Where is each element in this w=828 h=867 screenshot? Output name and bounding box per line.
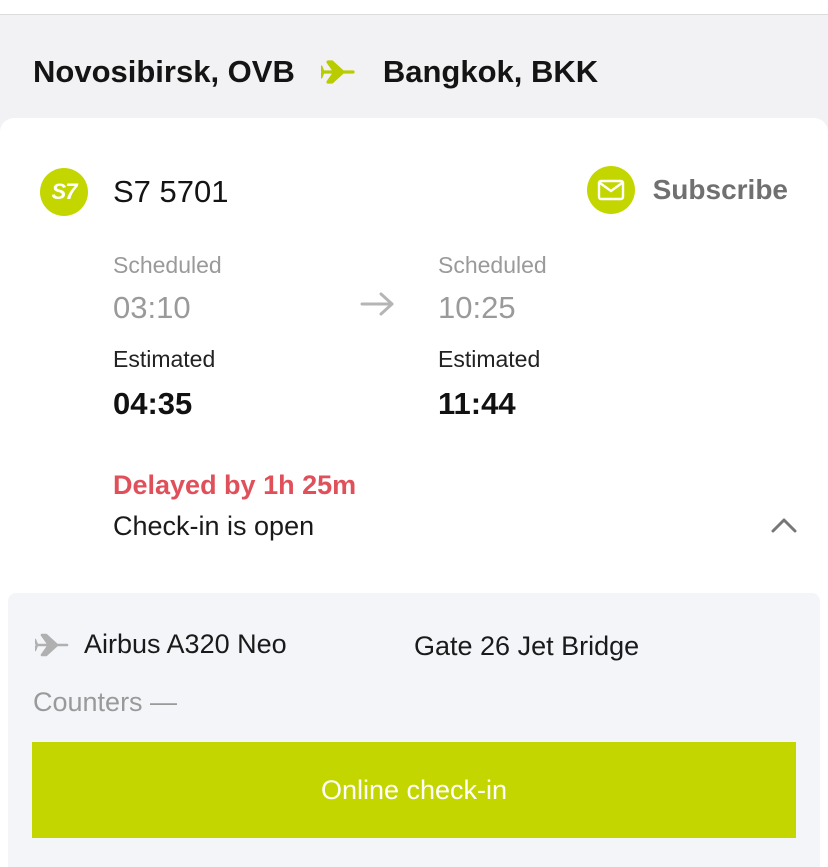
arrival-estimated-time: 11:44 (438, 386, 516, 421)
aircraft-model: Airbus A320 Neo (84, 629, 287, 659)
arrival-estimated-label: Estimated (438, 346, 541, 372)
chevron-up-icon[interactable] (770, 516, 798, 539)
departure-estimated-time: 04:35 (113, 386, 193, 421)
destination-city: Bangkok, BKK (382, 54, 599, 89)
counters-info: Counters — (33, 687, 178, 717)
subscribe-button[interactable]: Subscribe (586, 166, 788, 214)
arrival-times: Scheduled 10:25 Estimated 11:44 (438, 252, 547, 422)
flight-card: S7 S7 5701 Subscribe Scheduled 03:10 Est… (0, 118, 828, 867)
flight-number: S7 5701 (113, 174, 229, 209)
arrow-right-icon (360, 291, 396, 322)
aircraft-row: Airbus A320 Neo (35, 629, 287, 660)
flight-details-panel: Airbus A320 Neo Gate 26 Jet Bridge Count… (8, 593, 820, 867)
gate-info: Gate 26 Jet Bridge (414, 631, 640, 661)
arrival-scheduled-label: Scheduled (438, 252, 547, 278)
departure-estimated-label: Estimated (113, 346, 216, 372)
departure-scheduled-label: Scheduled (113, 252, 222, 278)
departure-times: Scheduled 03:10 Estimated 04:35 (113, 252, 222, 422)
aircraft-plane-icon (35, 632, 69, 658)
mail-icon (586, 166, 635, 214)
plane-icon (320, 59, 355, 85)
airline-logo: S7 (40, 168, 88, 216)
route-header: Novosibirsk, OVB Bangkok, BKK (33, 52, 598, 92)
subscribe-label: Subscribe (652, 174, 788, 205)
online-checkin-button[interactable]: Online check-in (32, 742, 796, 838)
arrival-scheduled-time: 10:25 (438, 290, 516, 325)
departure-scheduled-time: 03:10 (113, 290, 191, 325)
top-bar (0, 0, 828, 15)
origin-city: Novosibirsk, OVB (33, 54, 295, 89)
checkin-status: Check-in is open (113, 511, 315, 541)
delay-status: Delayed by 1h 25m (113, 470, 357, 500)
